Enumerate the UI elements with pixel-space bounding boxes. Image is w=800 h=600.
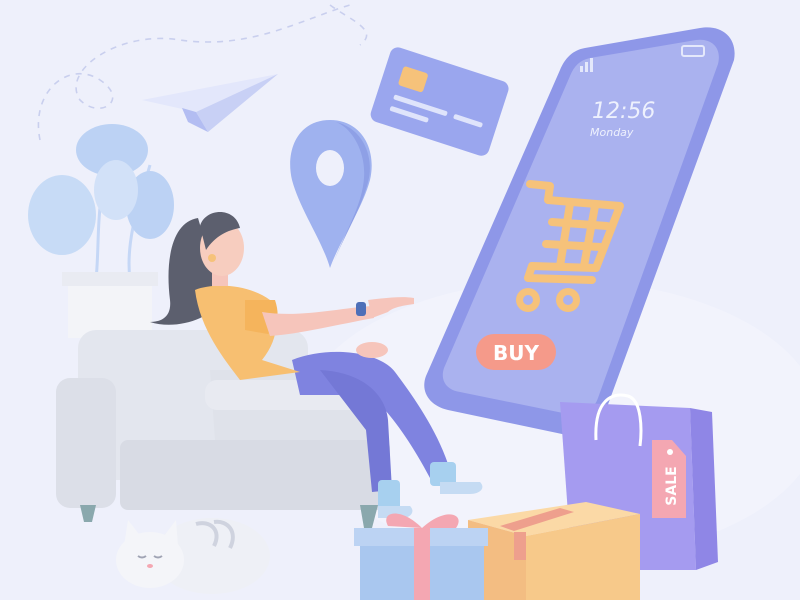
plant-leaf [94, 160, 138, 220]
sale-tag-icon: SALE [652, 440, 686, 518]
phone-day: Monday [590, 126, 634, 139]
phone-time: 12:56 [592, 99, 655, 124]
cardboard-box [468, 502, 640, 600]
buy-button-label: BUY [493, 341, 539, 365]
online-shopping-illustration: 12:56 Monday BUY SALE [0, 0, 800, 600]
plant-leaf [28, 175, 96, 255]
plant-pot [68, 278, 152, 338]
sale-tag-label: SALE [664, 466, 680, 505]
